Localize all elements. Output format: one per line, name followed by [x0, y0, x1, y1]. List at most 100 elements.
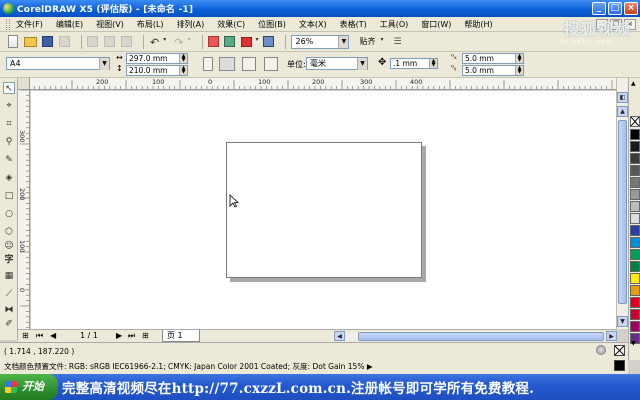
zoom-level-dropdown[interactable]: 26% ▼	[291, 34, 350, 49]
palette-swatch[interactable]	[630, 309, 640, 320]
palette-swatch[interactable]	[630, 129, 640, 140]
scroll-right-button[interactable]: ▶	[606, 331, 617, 341]
menu-view[interactable]: 视图(V)	[96, 19, 124, 30]
welcome-screen-icon[interactable]	[263, 36, 275, 47]
blend-tool-icon[interactable]: ⧓	[3, 304, 15, 316]
freehand-tool-icon[interactable]: ✎	[3, 154, 15, 166]
palette-swatch[interactable]	[630, 237, 640, 248]
palette-swatch[interactable]	[630, 273, 640, 284]
page-tab-1[interactable]: 页 1	[162, 330, 200, 342]
palette-scroll-down-icon[interactable]: ▼	[631, 340, 636, 347]
ruler-origin-corner[interactable]	[18, 78, 30, 90]
pick-tool-icon[interactable]: ↖	[3, 82, 15, 94]
dup-x-spinner[interactable]: ▲ ▼	[515, 54, 523, 63]
palette-swatch[interactable]	[630, 285, 640, 296]
export-icon[interactable]	[224, 36, 236, 47]
width-spinner[interactable]: ▲ ▼	[179, 54, 187, 63]
duplicate-x-field[interactable]: 5.0 mm ▲ ▼	[462, 53, 524, 64]
nudge-spinner[interactable]: ▲ ▼	[429, 59, 437, 68]
menu-grip[interactable]	[6, 18, 10, 30]
application-launcher-icon[interactable]	[241, 36, 253, 47]
polygon-tool-icon[interactable]: ⬡	[3, 226, 15, 238]
menu-bitmaps[interactable]: 位图(B)	[258, 19, 286, 30]
no-color-swatch[interactable]	[630, 116, 640, 127]
minimize-button[interactable]: _	[592, 2, 606, 15]
chevron-down-icon[interactable]: ▼	[99, 58, 109, 70]
maximize-button[interactable]: □	[608, 2, 622, 15]
close-button[interactable]: ×	[624, 2, 638, 15]
rectangle-tool-icon[interactable]: □	[3, 190, 15, 202]
current-page-button[interactable]	[264, 57, 278, 71]
document-page[interactable]	[226, 142, 422, 278]
paste-icon[interactable]	[121, 36, 132, 47]
shape-tool-icon[interactable]: ⌖	[3, 100, 15, 112]
portrait-orientation-button[interactable]	[203, 57, 213, 71]
scroll-up-button[interactable]: ▲	[617, 106, 628, 117]
text-tool-icon[interactable]: 字	[3, 254, 15, 266]
dup-y-spinner[interactable]: ▲ ▼	[515, 66, 523, 75]
first-page-button[interactable]: ⏮	[36, 331, 43, 341]
previous-page-button[interactable]: ◀	[50, 331, 56, 340]
copy-icon[interactable]	[104, 36, 115, 47]
zoom-tool-icon[interactable]: ⚲	[3, 136, 15, 148]
cut-icon[interactable]	[87, 36, 98, 47]
landscape-orientation-button[interactable]	[219, 57, 235, 71]
open-folder-icon[interactable]	[24, 36, 37, 47]
palette-swatch[interactable]	[630, 321, 640, 332]
new-document-icon[interactable]	[8, 35, 18, 48]
view-manager-icon[interactable]: ◧	[617, 92, 628, 103]
table-tool-icon[interactable]: ▦	[3, 270, 15, 282]
vertical-scroll-thumb[interactable]	[618, 120, 627, 304]
palette-scroll-up-icon[interactable]: ▲	[631, 80, 636, 87]
snap-to-dropdown[interactable]: 贴齐	[359, 36, 375, 47]
snap-dropdown-icon[interactable]: ▾	[379, 35, 384, 49]
options-icon[interactable]: ☰	[391, 35, 405, 49]
last-page-button[interactable]: ⏭	[128, 331, 135, 341]
palette-swatch[interactable]	[630, 189, 640, 200]
ellipse-tool-icon[interactable]: ○	[3, 208, 15, 220]
smart-fill-tool-icon[interactable]: ◈	[3, 172, 15, 184]
horizontal-ruler[interactable]: 200 100 0 100 200 300 400	[18, 78, 616, 90]
menu-window[interactable]: 窗口(W)	[421, 19, 451, 30]
undo-dropdown-icon[interactable]: ▾	[162, 35, 167, 49]
all-pages-button[interactable]	[242, 57, 256, 71]
units-dropdown[interactable]: 毫米 ▼	[306, 57, 368, 70]
palette-swatch[interactable]	[630, 213, 640, 224]
menu-text[interactable]: 文本(X)	[299, 19, 327, 30]
palette-swatch[interactable]	[630, 153, 640, 164]
add-page-icon[interactable]: ⊞	[142, 331, 149, 340]
duplicate-y-field[interactable]: 5.0 mm ▲ ▼	[462, 65, 524, 76]
vertical-ruler[interactable]: 300 200 100 0	[18, 90, 30, 330]
menu-layout[interactable]: 布局(L)	[137, 19, 164, 30]
height-spinner[interactable]: ▲ ▼	[179, 66, 187, 75]
page-width-field[interactable]: 297.0 mm ▲ ▼	[126, 53, 188, 64]
next-page-button[interactable]: ▶	[116, 331, 122, 340]
palette-swatch[interactable]	[630, 177, 640, 188]
palette-swatch[interactable]	[630, 297, 640, 308]
scroll-down-button[interactable]: ▼	[617, 316, 628, 327]
coreldraw-app-icon[interactable]	[3, 3, 14, 14]
print-icon[interactable]	[59, 36, 70, 47]
palette-swatch[interactable]	[630, 165, 640, 176]
vertical-scrollbar[interactable]: ◧ ▲ ▼	[616, 78, 628, 329]
launcher-dropdown-icon[interactable]: ▾	[254, 35, 259, 49]
menu-table[interactable]: 表格(T)	[340, 19, 367, 30]
color-eyedropper-icon[interactable]	[596, 345, 606, 355]
redo-dropdown-icon[interactable]: ▾	[186, 35, 191, 49]
page-size-dropdown[interactable]: A4 ▼	[6, 57, 110, 70]
crop-tool-icon[interactable]: ⌗	[3, 118, 15, 130]
palette-swatch[interactable]	[630, 261, 640, 272]
menu-file[interactable]: 文件(F)	[16, 19, 43, 30]
menu-help[interactable]: 帮助(H)	[464, 19, 492, 30]
menu-arrange[interactable]: 排列(A)	[177, 19, 205, 30]
page-height-field[interactable]: 210.0 mm ▲ ▼	[126, 65, 188, 76]
nudge-distance-field[interactable]: .1 mm ▲ ▼	[390, 58, 438, 69]
palette-swatch[interactable]	[630, 141, 640, 152]
chevron-down-icon[interactable]: ▼	[338, 35, 349, 48]
menu-tools[interactable]: 工具(O)	[380, 19, 409, 30]
horizontal-scroll-thumb[interactable]	[358, 332, 604, 341]
save-icon[interactable]	[42, 36, 53, 47]
scroll-left-button[interactable]: ◀	[334, 331, 345, 341]
first-page-icon[interactable]: ⊞	[22, 331, 29, 340]
undo-icon[interactable]: ↶	[149, 35, 160, 49]
